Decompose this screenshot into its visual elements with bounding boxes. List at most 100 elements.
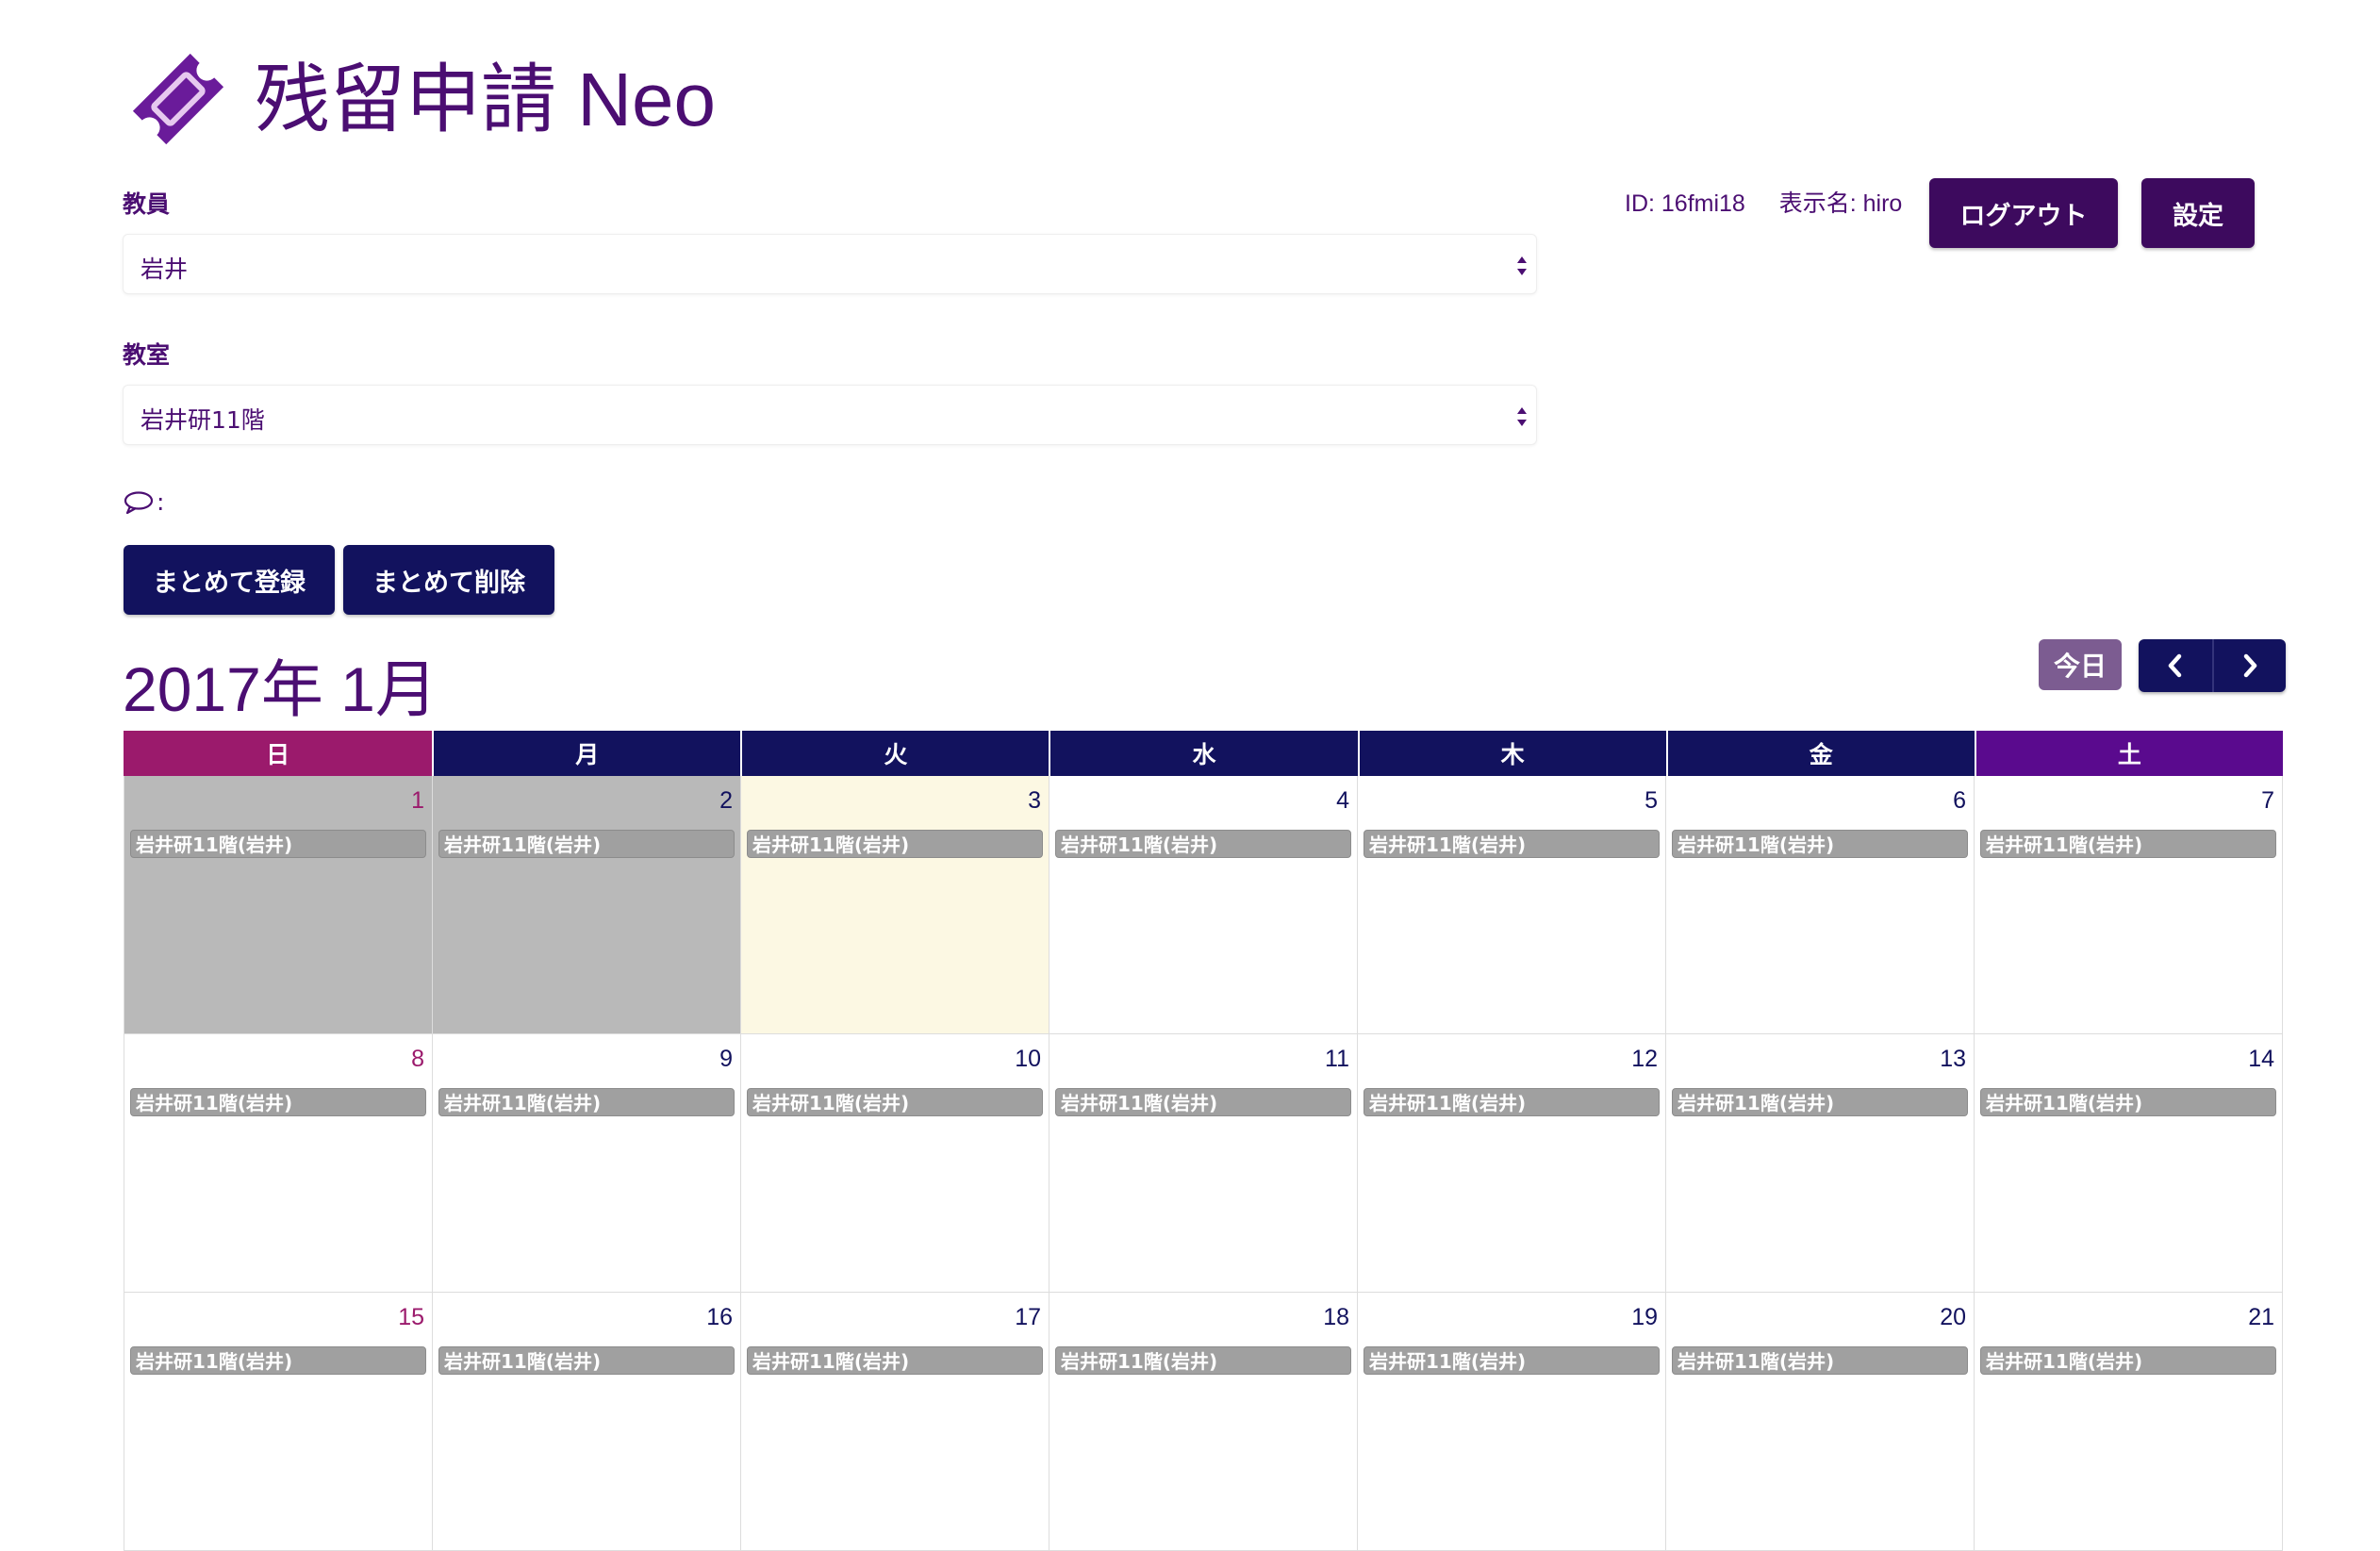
settings-label: 設定 — [2173, 201, 2223, 231]
ticket-icon — [132, 53, 224, 145]
calendar-event[interactable]: 岩井研11階(岩井) — [438, 1088, 735, 1116]
weekday-header: 木 — [1357, 731, 1666, 776]
day-cell[interactable]: 2 岩井研11階(岩井) — [433, 776, 741, 1034]
calendar-body: 1 岩井研11階(岩井) 2 岩井研11階(岩井) 3 岩井研11階(岩井) 4 岩井研11階… — [124, 776, 2283, 1551]
user-id: ID: 16fmi18 — [1625, 190, 1745, 217]
calendar-event[interactable]: 岩井研11階(岩井) — [747, 1346, 1043, 1375]
day-cell[interactable]: 11 岩井研11階(岩井) — [1050, 1034, 1358, 1293]
bulk-delete-button[interactable]: まとめて削除 — [343, 545, 554, 615]
day-number: 19 — [1631, 1304, 1658, 1330]
calendar-event[interactable]: 岩井研11階(岩井) — [1672, 1088, 1968, 1116]
day-cell[interactable]: 9 岩井研11階(岩井) — [433, 1034, 741, 1293]
teacher-label: 教員 — [123, 190, 171, 218]
calendar-event[interactable]: 岩井研11階(岩井) — [130, 1088, 426, 1116]
day-number: 2 — [719, 787, 733, 814]
day-number: 6 — [1953, 787, 1966, 814]
calendar-event[interactable]: 岩井研11階(岩井) — [1672, 1346, 1968, 1375]
calendar-event[interactable]: 岩井研11階(岩井) — [130, 830, 426, 858]
day-cell[interactable]: 6 岩井研11階(岩井) — [1666, 776, 1975, 1034]
day-number: 5 — [1645, 787, 1658, 814]
logout-button[interactable]: ログアウト — [1929, 178, 2118, 248]
calendar-event[interactable]: 岩井研11階(岩井) — [438, 1346, 735, 1375]
calendar-event[interactable]: 岩井研11階(岩井) — [1055, 830, 1351, 858]
logout-label: ログアウト — [1959, 201, 2088, 231]
day-cell[interactable]: 19 岩井研11階(岩井) — [1358, 1293, 1666, 1551]
day-number: 3 — [1028, 787, 1041, 814]
day-number: 9 — [719, 1046, 733, 1072]
calendar-event[interactable]: 岩井研11階(岩井) — [1980, 1088, 2276, 1116]
user-display-name: 表示名: hiro — [1778, 190, 1903, 217]
day-cell[interactable]: 10 岩井研11階(岩井) — [741, 1034, 1050, 1293]
day-cell[interactable]: 18 岩井研11階(岩井) — [1050, 1293, 1358, 1551]
calendar-event[interactable]: 岩井研11階(岩井) — [1055, 1346, 1351, 1375]
next-month-button[interactable] — [2212, 639, 2286, 692]
day-number: 10 — [1015, 1046, 1041, 1072]
select-arrows-icon — [1517, 407, 1527, 426]
day-number: 17 — [1015, 1304, 1041, 1330]
teacher-select[interactable]: 岩井 — [123, 234, 1537, 294]
bulk-register-label: まとめて登録 — [153, 568, 306, 598]
calendar: 日月火水木金土 1 岩井研11階(岩井) 2 岩井研11階(岩井) 3 岩井研11階(岩井… — [124, 731, 2283, 1551]
day-number: 4 — [1336, 787, 1349, 814]
weekday-header: 月 — [432, 731, 741, 776]
weekday-header: 火 — [740, 731, 1050, 776]
room-label: 教室 — [123, 341, 171, 369]
comment-label: : — [157, 488, 165, 516]
calendar-event[interactable]: 岩井研11階(岩井) — [1055, 1088, 1351, 1116]
day-cell[interactable]: 4 岩井研11階(岩井) — [1050, 776, 1358, 1034]
day-cell[interactable]: 1 岩井研11階(岩井) — [124, 776, 433, 1034]
bulk-delete-label: まとめて削除 — [372, 568, 525, 598]
day-cell[interactable]: 5 岩井研11階(岩井) — [1358, 776, 1666, 1034]
weekday-header: 金 — [1665, 731, 1975, 776]
day-cell[interactable]: 15 岩井研11階(岩井) — [124, 1293, 433, 1551]
calendar-event[interactable]: 岩井研11階(岩井) — [1980, 830, 2276, 858]
select-arrows-icon — [1517, 256, 1527, 275]
calendar-event[interactable]: 岩井研11階(岩井) — [1364, 1346, 1660, 1375]
calendar-event[interactable]: 岩井研11階(岩井) — [130, 1346, 426, 1375]
calendar-event[interactable]: 岩井研11階(岩井) — [438, 830, 735, 858]
speech-bubble-icon — [124, 490, 154, 514]
day-cell[interactable]: 8 岩井研11階(岩井) — [124, 1034, 433, 1293]
chevron-left-icon — [2168, 653, 2182, 678]
day-cell[interactable]: 7 岩井研11階(岩井) — [1975, 776, 2283, 1034]
day-number: 7 — [2261, 787, 2274, 814]
month-title: 2017年 1月 — [123, 654, 438, 724]
weekday-header: 土 — [1974, 731, 2283, 776]
day-cell[interactable]: 13 岩井研11階(岩井) — [1666, 1034, 1975, 1293]
day-number: 12 — [1631, 1046, 1658, 1072]
teacher-select-value: 岩井 — [140, 256, 189, 283]
day-number: 14 — [2248, 1046, 2274, 1072]
day-cell[interactable]: 12 岩井研11階(岩井) — [1358, 1034, 1666, 1293]
calendar-event[interactable]: 岩井研11階(岩井) — [1980, 1346, 2276, 1375]
today-button[interactable]: 今日 — [2039, 639, 2122, 690]
calendar-event[interactable]: 岩井研11階(岩井) — [1364, 830, 1660, 858]
today-label: 今日 — [2053, 651, 2107, 682]
day-number: 20 — [1940, 1304, 1966, 1330]
day-number: 16 — [706, 1304, 733, 1330]
comment-field[interactable]: : — [123, 488, 164, 516]
day-cell[interactable]: 16 岩井研11階(岩井) — [433, 1293, 741, 1551]
day-cell[interactable]: 14 岩井研11階(岩井) — [1975, 1034, 2283, 1293]
calendar-event[interactable]: 岩井研11階(岩井) — [1672, 830, 1968, 858]
day-cell[interactable]: 3 岩井研11階(岩井) — [741, 776, 1050, 1034]
bulk-register-button[interactable]: まとめて登録 — [124, 545, 335, 615]
room-select[interactable]: 岩井研11階 — [123, 385, 1537, 445]
day-cell[interactable]: 17 岩井研11階(岩井) — [741, 1293, 1050, 1551]
day-number: 15 — [398, 1304, 424, 1330]
calendar-event[interactable]: 岩井研11階(岩井) — [1364, 1088, 1660, 1116]
day-cell[interactable]: 20 岩井研11階(岩井) — [1666, 1293, 1975, 1551]
weekday-header: 日 — [124, 731, 433, 776]
settings-button[interactable]: 設定 — [2141, 178, 2255, 248]
day-number: 1 — [411, 787, 424, 814]
day-number: 11 — [1325, 1046, 1349, 1072]
day-cell[interactable]: 21 岩井研11階(岩井) — [1975, 1293, 2283, 1551]
calendar-event[interactable]: 岩井研11階(岩井) — [747, 830, 1043, 858]
user-info: ID: 16fmi18 表示名: hiro — [1625, 185, 1902, 219]
app-title: 残留申請 Neo — [255, 58, 716, 141]
prev-month-button[interactable] — [2139, 639, 2212, 692]
month-nav — [2139, 639, 2286, 692]
calendar-event[interactable]: 岩井研11階(岩井) — [747, 1088, 1043, 1116]
weekday-header: 水 — [1049, 731, 1358, 776]
chevron-right-icon — [2243, 653, 2257, 678]
calendar-header: 日月火水木金土 — [124, 731, 2283, 776]
